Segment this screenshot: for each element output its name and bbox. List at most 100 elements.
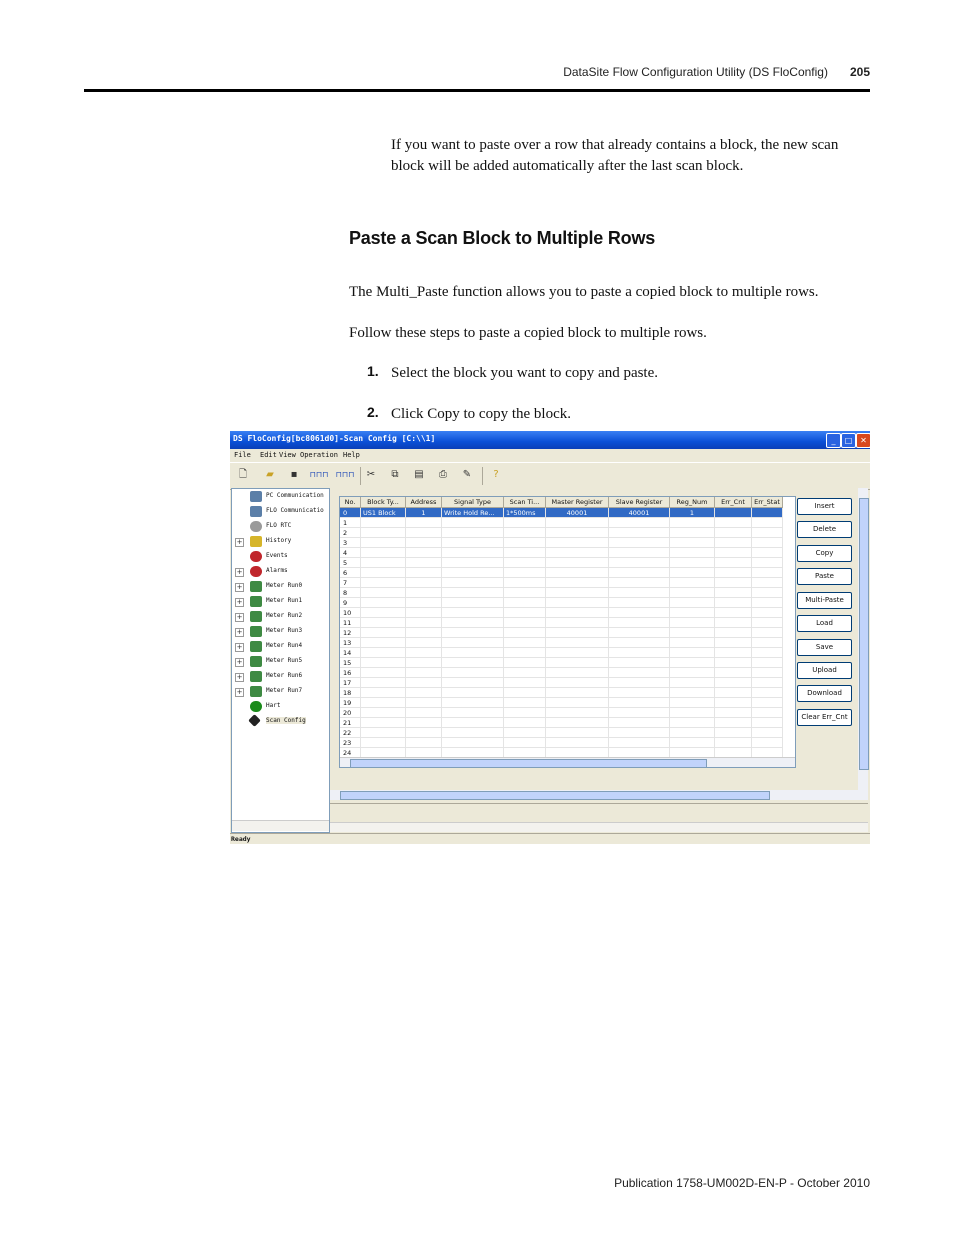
table-cell[interactable] xyxy=(503,747,546,758)
table-cell[interactable] xyxy=(405,587,442,598)
table-cell[interactable] xyxy=(360,517,406,528)
table-cell[interactable] xyxy=(503,697,546,708)
table-row[interactable]: 17 xyxy=(340,677,783,688)
table-cell[interactable] xyxy=(714,627,752,638)
table-cell[interactable] xyxy=(360,747,406,758)
table-cell[interactable] xyxy=(441,617,504,628)
table-row[interactable]: 0 US1 Block 1 Write Hold Re... 1*500ms 40001 4… xyxy=(340,507,783,518)
table-row[interactable]: 7 xyxy=(340,577,783,588)
table-cell[interactable] xyxy=(669,597,715,608)
table-cell[interactable] xyxy=(608,657,670,668)
menu-operation[interactable]: Operation xyxy=(300,451,338,459)
table-cell[interactable] xyxy=(714,687,752,698)
table-cell[interactable] xyxy=(503,717,546,728)
table-row[interactable]: 21 xyxy=(340,717,783,728)
table-cell[interactable] xyxy=(608,577,670,588)
table-cell[interactable] xyxy=(441,747,504,758)
table-cell[interactable] xyxy=(714,637,752,648)
table-cell[interactable]: 40001 xyxy=(608,507,670,518)
column-header[interactable]: Slave Register xyxy=(608,497,670,508)
table-cell[interactable] xyxy=(441,597,504,608)
table-cell[interactable] xyxy=(751,587,783,598)
table-cell[interactable] xyxy=(405,557,442,568)
table-cell[interactable] xyxy=(405,567,442,578)
table-cell[interactable] xyxy=(441,627,504,638)
table-cell[interactable] xyxy=(669,627,715,638)
table-cell[interactable] xyxy=(441,657,504,668)
table-cell[interactable] xyxy=(714,507,752,518)
table-cell[interactable] xyxy=(503,537,546,548)
table-cell[interactable] xyxy=(714,587,752,598)
table-cell[interactable] xyxy=(751,617,783,628)
table-cell[interactable] xyxy=(545,567,609,578)
table-row[interactable]: 4 xyxy=(340,547,783,558)
table-cell[interactable] xyxy=(751,707,783,718)
menu-help[interactable]: Help xyxy=(343,451,360,459)
table-cell[interactable] xyxy=(405,697,442,708)
table-cell[interactable] xyxy=(669,577,715,588)
table-cell[interactable]: 13 xyxy=(340,637,361,648)
table-row[interactable]: 5 xyxy=(340,557,783,568)
table-row[interactable]: 18 xyxy=(340,687,783,698)
table-cell[interactable] xyxy=(714,557,752,568)
upload-button[interactable]: Upload xyxy=(797,662,852,679)
table-cell[interactable] xyxy=(751,547,783,558)
maximize-button[interactable]: □ xyxy=(841,433,856,448)
print-icon[interactable]: ⎙ xyxy=(437,469,449,481)
table-cell[interactable] xyxy=(503,707,546,718)
table-cell[interactable] xyxy=(751,607,783,618)
table-cell[interactable] xyxy=(360,627,406,638)
table-cell[interactable] xyxy=(714,677,752,688)
table-cell[interactable] xyxy=(545,637,609,648)
table-cell[interactable] xyxy=(545,607,609,618)
output-scrollbar[interactable] xyxy=(330,822,868,832)
table-row[interactable]: 8 xyxy=(340,587,783,598)
table-cell[interactable]: 23 xyxy=(340,737,361,748)
table-cell[interactable] xyxy=(669,647,715,658)
table-cell[interactable] xyxy=(751,647,783,658)
table-cell[interactable] xyxy=(360,647,406,658)
table-cell[interactable] xyxy=(714,667,752,678)
table-cell[interactable] xyxy=(405,717,442,728)
table-cell[interactable] xyxy=(503,647,546,658)
table-cell[interactable] xyxy=(751,657,783,668)
table-cell[interactable] xyxy=(441,567,504,578)
table-cell[interactable] xyxy=(751,627,783,638)
table-cell[interactable] xyxy=(714,597,752,608)
table-cell[interactable] xyxy=(503,597,546,608)
table-cell[interactable]: 14 xyxy=(340,647,361,658)
table-cell[interactable] xyxy=(441,607,504,618)
table-cell[interactable] xyxy=(503,547,546,558)
table-cell[interactable] xyxy=(608,617,670,628)
table-cell[interactable] xyxy=(669,677,715,688)
table-cell[interactable] xyxy=(360,607,406,618)
help-icon[interactable]: ? xyxy=(490,469,502,481)
table-cell[interactable] xyxy=(751,507,783,518)
table-cell[interactable] xyxy=(714,567,752,578)
grid-horizontal-scrollbar[interactable] xyxy=(340,757,795,767)
insert-button[interactable]: Insert xyxy=(797,498,852,515)
table-cell[interactable] xyxy=(545,667,609,678)
table-cell[interactable] xyxy=(405,537,442,548)
table-cell[interactable] xyxy=(360,727,406,738)
table-cell[interactable] xyxy=(405,737,442,748)
table-cell[interactable] xyxy=(751,637,783,648)
table-cell[interactable] xyxy=(608,727,670,738)
table-cell[interactable]: 5 xyxy=(340,557,361,568)
table-row[interactable]: 3 xyxy=(340,537,783,548)
tree-expander[interactable]: + xyxy=(235,688,244,697)
table-cell[interactable] xyxy=(545,527,609,538)
scroll-thumb[interactable] xyxy=(350,759,707,767)
table-cell[interactable] xyxy=(669,717,715,728)
table-cell[interactable] xyxy=(545,657,609,668)
paste-icon[interactable]: ▤ xyxy=(413,469,425,481)
table-cell[interactable] xyxy=(608,627,670,638)
table-cell[interactable] xyxy=(360,557,406,568)
table-cell[interactable] xyxy=(360,547,406,558)
table-cell[interactable] xyxy=(751,527,783,538)
table-cell[interactable] xyxy=(714,577,752,588)
tree-expander[interactable]: + xyxy=(235,583,244,592)
table-cell[interactable] xyxy=(441,587,504,598)
table-cell[interactable]: 1 xyxy=(669,507,715,518)
table-cell[interactable] xyxy=(441,547,504,558)
